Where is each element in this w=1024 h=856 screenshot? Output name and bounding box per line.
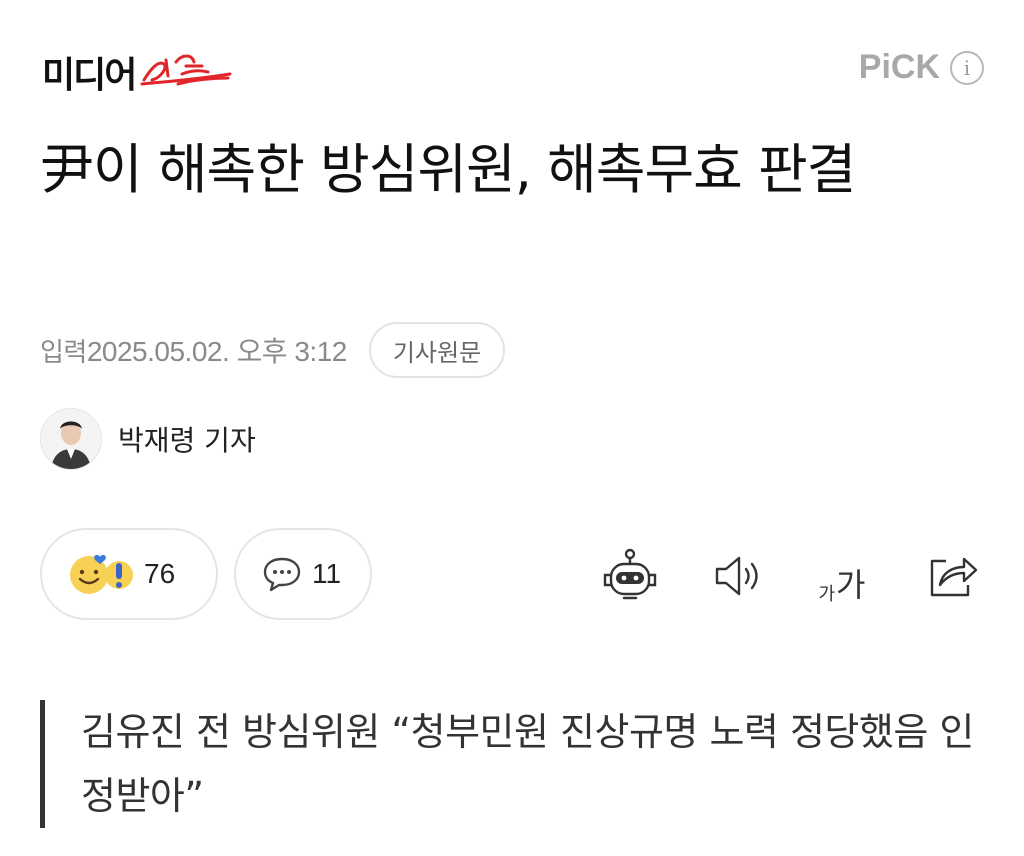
logo[interactable]: 미디어 bbox=[42, 40, 242, 96]
font-size-small-label: 가 bbox=[818, 584, 836, 605]
article-summary: 김유진 전 방심위원 “청부민원 진상규명 노력 정당했음 인정받아” bbox=[40, 700, 981, 828]
reaction-count: 76 bbox=[144, 558, 176, 589]
date-value: 2025.05.02. 오후 3:12 bbox=[86, 336, 348, 367]
share-icon bbox=[930, 557, 978, 597]
read-aloud-button[interactable] bbox=[708, 546, 768, 606]
article-meta: 입력2025.05.02. 오후 3:12 기사원문 bbox=[40, 322, 506, 378]
avatar bbox=[40, 408, 102, 470]
publish-date: 입력2025.05.02. 오후 3:12 bbox=[40, 330, 347, 370]
date-label: 입력 bbox=[40, 338, 87, 368]
article-title: 尹이 해촉한 방심위원, 해촉무효 판결 bbox=[40, 138, 856, 201]
robot-icon bbox=[603, 548, 657, 600]
pick-label: PiCK bbox=[858, 48, 940, 86]
speaker-icon bbox=[715, 556, 758, 596]
author-name: 박재령 기자 bbox=[118, 424, 256, 457]
exclaim-icon bbox=[105, 561, 133, 589]
summary-bot-button[interactable] bbox=[600, 546, 660, 606]
comment-icon bbox=[263, 557, 301, 592]
font-size-button[interactable]: 가가 bbox=[812, 546, 872, 606]
author[interactable]: 박재령 기자 bbox=[40, 408, 256, 470]
comment-button[interactable]: 11 bbox=[234, 528, 372, 620]
original-article-button[interactable]: 기사원문 bbox=[368, 322, 506, 378]
logo-script bbox=[140, 54, 232, 86]
reaction-button[interactable]: 76 bbox=[40, 528, 218, 620]
info-icon[interactable]: i bbox=[950, 50, 984, 85]
comment-count: 11 bbox=[312, 558, 342, 589]
share-button[interactable] bbox=[922, 546, 982, 606]
pick-badge: PiCK i bbox=[859, 48, 984, 87]
font-size-big-label: 가 bbox=[836, 566, 866, 604]
